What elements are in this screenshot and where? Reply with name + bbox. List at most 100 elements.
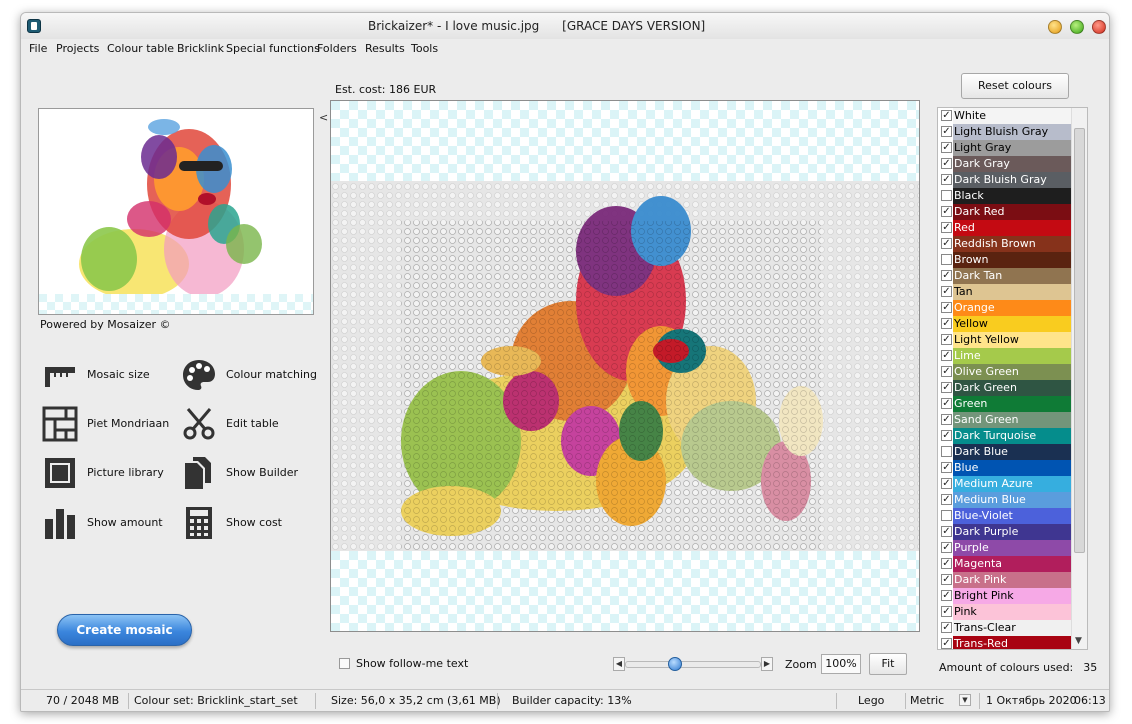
colour-row[interactable]: ✓ Purple [938,540,1087,556]
checkbox-box[interactable] [339,658,350,669]
app-icon[interactable] [27,19,41,33]
colour-row[interactable]: ✓ Light Yellow [938,332,1087,348]
colour-checkbox[interactable]: ✓ [941,366,952,377]
colour-checkbox[interactable]: ✓ [941,126,952,137]
colour-checkbox[interactable]: ✓ [941,302,952,313]
menu-folders[interactable]: Folders [317,42,357,55]
colour-checkbox[interactable]: ✓ [941,526,952,537]
colour-row[interactable]: ✓ Tan [938,284,1087,300]
colour-checkbox[interactable]: ✓ [941,142,952,153]
menu-results[interactable]: Results [365,42,405,55]
colour-checkbox[interactable]: ✓ [941,110,952,121]
colour-row[interactable]: ✓ Dark Pink [938,572,1087,588]
zoom-value-field[interactable]: 100% [821,654,861,674]
colour-row[interactable]: ✓ Trans-Clear [938,620,1087,636]
follow-me-checkbox[interactable]: Show follow-me text [339,657,468,670]
colour-checkbox[interactable]: ✓ [941,222,952,233]
menu-file[interactable]: File [29,42,47,55]
colour-row[interactable]: ✓ Pink [938,604,1087,620]
show-amount-tool[interactable]: Show amount [42,503,172,543]
menu-colour-table[interactable]: Colour table [107,42,174,55]
colour-row[interactable]: ✓ Dark Tan [938,268,1087,284]
minimize-button[interactable] [1048,20,1062,34]
units-dropdown-icon[interactable]: ▼ [959,694,971,706]
colour-checkbox[interactable]: ✓ [941,494,952,505]
edit-table-tool[interactable]: Edit table [181,404,311,444]
close-button[interactable] [1092,20,1106,34]
menu-tools[interactable]: Tools [411,42,438,55]
colour-checkbox[interactable]: ✓ [941,206,952,217]
colour-checkbox[interactable]: ✓ [941,542,952,553]
scroll-down-arrow-icon[interactable]: ▼ [1075,636,1082,646]
colour-row[interactable]: ✓ Dark Green [938,380,1087,396]
status-units[interactable]: Metric [910,694,944,707]
picture-library-tool[interactable]: Picture library [42,453,172,493]
colour-checkbox[interactable]: ✓ [941,558,952,569]
colour-row[interactable]: ✓ Magenta [938,556,1087,572]
show-builder-tool[interactable]: Show Builder [181,453,311,493]
colour-checkbox[interactable]: ✓ [941,430,952,441]
colour-row[interactable]: ✓ Medium Blue [938,492,1087,508]
colour-checkbox[interactable]: ✓ [941,286,952,297]
colour-row[interactable]: ✓ Dark Turquoise [938,428,1087,444]
colour-checkbox[interactable] [941,510,952,521]
colour-row[interactable]: Blue-Violet [938,508,1087,524]
menu-bricklink[interactable]: Bricklink [177,42,224,55]
colour-checkbox[interactable]: ✓ [941,158,952,169]
colour-row[interactable]: ✓ Lime [938,348,1087,364]
zoom-out-arrow-icon[interactable]: ◀ [613,657,625,671]
colour-checkbox[interactable]: ✓ [941,574,952,585]
colour-row[interactable]: Brown [938,252,1087,268]
scrollbar-thumb[interactable] [1074,128,1085,553]
colour-checkbox[interactable] [941,446,952,457]
colour-row[interactable]: ✓ Light Bluish Gray [938,124,1087,140]
colour-row[interactable]: ✓ Trans-Red [938,636,1087,649]
colour-checkbox[interactable]: ✓ [941,350,952,361]
piet-mondriaan-tool[interactable]: Piet Mondriaan [42,404,172,444]
colour-checkbox[interactable]: ✓ [941,270,952,281]
colour-checkbox[interactable] [941,190,952,201]
colour-checkbox[interactable]: ✓ [941,382,952,393]
colour-checkbox[interactable]: ✓ [941,462,952,473]
zoom-slider[interactable]: ◀ ▶ [613,656,775,672]
fit-button[interactable]: Fit [869,653,907,675]
source-image-preview[interactable] [38,108,314,315]
colour-row[interactable]: ✓ Medium Azure [938,476,1087,492]
colour-checkbox[interactable]: ✓ [941,398,952,409]
colour-checkbox[interactable]: ✓ [941,174,952,185]
colour-list-scrollbar[interactable]: ▼ [1071,108,1087,649]
colour-row[interactable]: ✓ Reddish Brown [938,236,1087,252]
colour-checkbox[interactable] [941,254,952,265]
colour-row[interactable]: ✓ White [938,108,1087,124]
colour-row[interactable]: ✓ Sand Green [938,412,1087,428]
colour-row[interactable]: ✓ Dark Red [938,204,1087,220]
colour-row[interactable]: ✓ Light Gray [938,140,1087,156]
colour-row[interactable]: ✓ Blue [938,460,1087,476]
colour-row[interactable]: ✓ Dark Bluish Gray [938,172,1087,188]
colour-row[interactable]: ✓ Yellow [938,316,1087,332]
colour-list[interactable]: ✓ White ✓ Light Bluish Gray ✓ Light Gray ✓ Dark… [937,107,1088,650]
zoom-slider-knob[interactable] [667,657,682,671]
colour-checkbox[interactable]: ✓ [941,414,952,425]
colour-matching-tool[interactable]: Colour matching [181,355,317,395]
colour-row[interactable]: ✓ Bright Pink [938,588,1087,604]
colour-row[interactable]: Dark Blue [938,444,1087,460]
colour-row[interactable]: ✓ Green [938,396,1087,412]
menu-special-functions[interactable]: Special functions [226,42,320,55]
colour-checkbox[interactable]: ✓ [941,318,952,329]
colour-row[interactable]: Black [938,188,1087,204]
colour-row[interactable]: ✓ Olive Green [938,364,1087,380]
colour-checkbox[interactable]: ✓ [941,622,952,633]
colour-row[interactable]: ✓ Dark Gray [938,156,1087,172]
zoom-in-arrow-icon[interactable]: ▶ [761,657,773,671]
colour-checkbox[interactable]: ✓ [941,238,952,249]
collapse-preview-toggle[interactable]: < [319,111,328,124]
maximize-button[interactable] [1070,20,1084,34]
colour-checkbox[interactable]: ✓ [941,590,952,601]
menu-projects[interactable]: Projects [56,42,99,55]
colour-checkbox[interactable]: ✓ [941,478,952,489]
mosaic-canvas[interactable] [330,100,920,632]
mosaic-size-tool[interactable]: Mosaic size [42,355,172,395]
colour-checkbox[interactable]: ✓ [941,638,952,649]
colour-row[interactable]: ✓ Red [938,220,1087,236]
